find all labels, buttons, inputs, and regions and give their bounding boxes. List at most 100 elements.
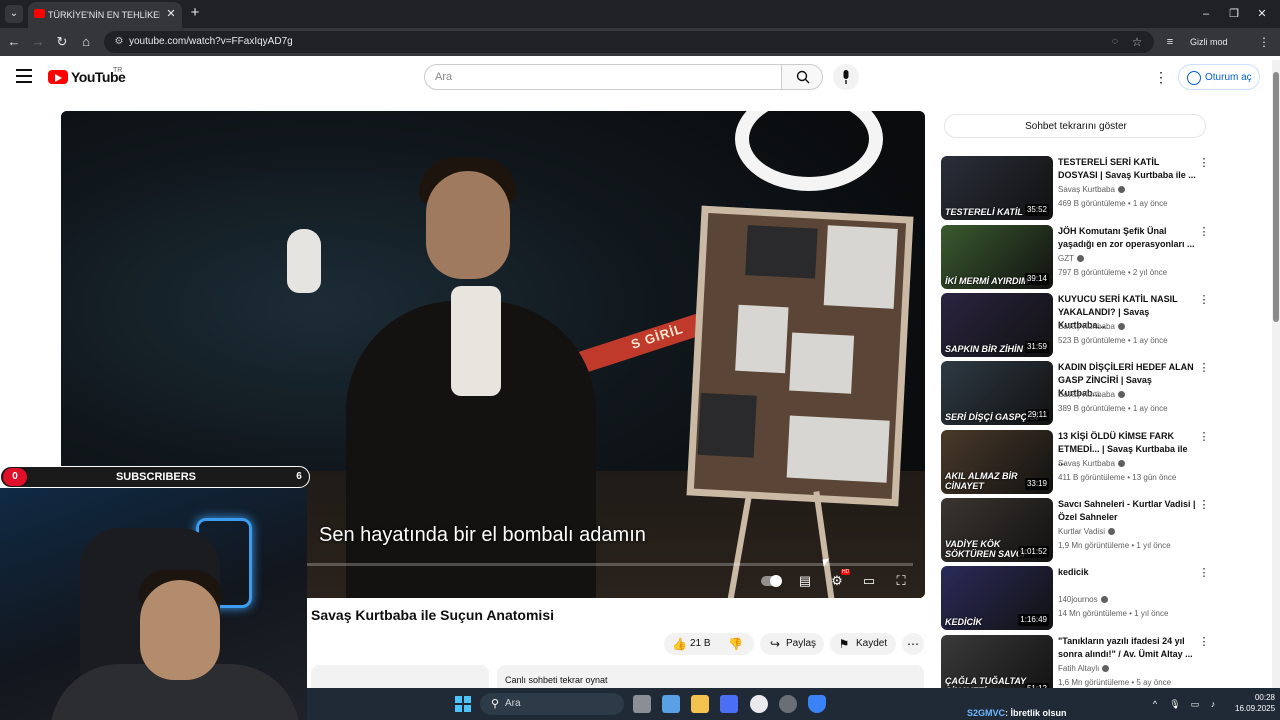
channel-name[interactable]: Fatih Altaylı — [1058, 664, 1099, 673]
channel-name[interactable]: Savaş Kurtbaba — [1058, 459, 1115, 468]
channel-name[interactable]: Kurtlar Vadisi — [1058, 527, 1105, 536]
recommendation-title[interactable]: TESTERELİ SERİ KATİL DOSYASI | Savaş Kur… — [1058, 156, 1196, 182]
tab-close-icon[interactable]: ✕ — [164, 7, 178, 21]
menu-icon[interactable] — [16, 69, 32, 83]
media-controls-icon[interactable]: ≡ — [1162, 34, 1178, 50]
settings-gear-icon[interactable]: ⚙ — [826, 573, 848, 589]
recommendation-channel[interactable]: 140journos — [1058, 594, 1108, 606]
copilot-icon[interactable] — [662, 695, 680, 713]
tab-search-button[interactable]: ⌄ — [5, 5, 23, 23]
recommendation-thumbnail[interactable]: SAPKIN BİR ZİHİN 31:59 — [941, 293, 1053, 357]
recommendation-thumbnail[interactable]: KEDİCİK 1:16:49 — [941, 566, 1053, 630]
clock-date[interactable]: 16.09.2025 — [1235, 704, 1275, 714]
signin-label: Oturum aç — [1205, 72, 1252, 83]
recommendation-channel[interactable]: Kurtlar Vadisi — [1058, 526, 1115, 538]
address-bar[interactable]: ⚙ youtube.com/watch?v=FFaxIqyAD7g ◌ ☆ — [104, 31, 1154, 53]
recommendation-channel[interactable]: Savaş Kurtbaba — [1058, 321, 1125, 333]
recommendation-item[interactable]: TESTERELİ KATİL 35:52 TESTERELİ SERİ KATİL… — [940, 156, 1212, 220]
theater-mode-icon[interactable]: ▭ — [858, 573, 880, 589]
tray-overflow-icon[interactable]: ^ — [1149, 696, 1161, 712]
page-scrollbar[interactable] — [1272, 60, 1280, 688]
recommendation-menu-icon[interactable]: ⋮ — [1198, 635, 1210, 649]
security-shield-icon[interactable] — [808, 695, 826, 713]
recommendation-menu-icon[interactable]: ⋮ — [1198, 361, 1210, 375]
windows-start-icon[interactable] — [455, 696, 471, 712]
tracking-blocked-icon[interactable]: ◌ — [1107, 34, 1123, 50]
recommendation-item[interactable]: İKİ MERMİ AYIRDIM 39:14 JÖH Komutanı Şefik… — [940, 225, 1212, 289]
recommendation-thumbnail[interactable]: İKİ MERMİ AYIRDIM 39:14 — [941, 225, 1053, 289]
channel-name[interactable]: Savaş Kurtbaba — [1058, 390, 1115, 399]
signin-button[interactable]: Oturum aç — [1178, 64, 1260, 90]
autoplay-toggle[interactable] — [761, 575, 782, 587]
channel-name[interactable]: GZT — [1058, 254, 1074, 263]
clock-time[interactable]: 00:28 — [1235, 693, 1275, 703]
home-icon[interactable]: ⌂ — [78, 34, 94, 50]
browser-menu-icon[interactable]: ⋮ — [1258, 34, 1270, 50]
restore-icon[interactable]: ❐ — [1224, 6, 1244, 22]
recommendation-item[interactable]: VADİYE KÖK SÖKTÜREN SAVCI 1:01:52 Savcı Sa… — [940, 498, 1212, 562]
recommendation-title[interactable]: Savcı Sahneleri - Kurtlar Vadisi | Özel … — [1058, 498, 1196, 524]
voice-search-button[interactable] — [833, 64, 859, 90]
search-input[interactable]: Ara — [424, 64, 782, 90]
reload-icon[interactable]: ↻ — [54, 34, 70, 50]
more-actions-icon[interactable]: ⋯ — [902, 633, 924, 655]
like-dislike-group[interactable]: 👍 21 B 👎 — [664, 633, 754, 655]
recommendation-thumbnail[interactable]: AKIL ALMAZ BİR CİNAYET 33:19 — [941, 430, 1053, 494]
recommendation-menu-icon[interactable]: ⋮ — [1198, 430, 1210, 444]
recommendation-item[interactable]: KEDİCİK 1:16:49 kedicik 140journos 14 Mn gör… — [940, 566, 1212, 630]
recommendation-menu-icon[interactable]: ⋮ — [1198, 225, 1210, 239]
recommendation-channel[interactable]: Savaş Kurtbaba — [1058, 184, 1125, 196]
recommendation-thumbnail[interactable]: VADİYE KÖK SÖKTÜREN SAVCI 1:01:52 — [941, 498, 1053, 562]
settings-more-icon[interactable]: ⋮ — [1154, 69, 1168, 85]
task-view-icon[interactable] — [633, 695, 651, 713]
window-close-icon[interactable]: ✕ — [1252, 6, 1272, 22]
recommendation-title[interactable]: JÖH Komutanı Şefik Ünal yaşadığı en zor … — [1058, 225, 1196, 251]
recommendation-menu-icon[interactable]: ⋮ — [1198, 156, 1210, 170]
bookmark-star-icon[interactable]: ☆ — [1129, 34, 1145, 50]
minimize-icon[interactable]: – — [1196, 6, 1216, 22]
recommendation-thumbnail[interactable]: TESTERELİ KATİL 35:52 — [941, 156, 1053, 220]
file-explorer-icon[interactable] — [691, 695, 709, 713]
volume-icon[interactable]: ♪ — [1207, 696, 1219, 712]
back-icon[interactable]: ← — [6, 34, 22, 50]
share-button[interactable]: ↪ Paylaş — [760, 633, 824, 655]
channel-name[interactable]: Savaş Kurtbaba — [1058, 322, 1115, 331]
show-chat-replay-button[interactable]: Sohbet tekrarını göster — [944, 114, 1206, 138]
progress-bar[interactable] — [307, 563, 913, 566]
recommendation-item[interactable]: SAPKIN BİR ZİHİN 31:59 KUYUCU SERİ KATİL N… — [940, 293, 1212, 357]
forward-icon[interactable]: → — [30, 34, 46, 50]
recommendation-thumbnail[interactable]: SERİ DİŞÇİ GASPÇISI 29:11 — [941, 361, 1053, 425]
recommendation-title[interactable]: kedicik — [1058, 566, 1196, 579]
recommendation-title[interactable]: "Tanıkların yazılı ifadesi 24 yıl sonra … — [1058, 635, 1196, 661]
obs-icon[interactable] — [779, 695, 797, 713]
channel-name[interactable]: Savaş Kurtbaba — [1058, 185, 1115, 194]
recommendation-menu-icon[interactable]: ⋮ — [1198, 293, 1210, 307]
search-button[interactable] — [781, 64, 823, 90]
recommendation-item[interactable]: AKIL ALMAZ BİR CİNAYET 33:19 13 KİŞİ ÖLDÜ … — [940, 430, 1212, 494]
recommendation-item[interactable]: SERİ DİŞÇİ GASPÇISI 29:11 KADIN DİŞÇİLERİ … — [940, 361, 1212, 425]
thumbs-down-icon[interactable]: 👎 — [728, 636, 743, 652]
chat-replay-label: Canlı sohbeti tekrar oynat — [505, 675, 608, 685]
mic-tray-icon[interactable]: 🎙 — [1169, 696, 1181, 712]
subtitles-icon[interactable]: ▤ — [794, 573, 816, 589]
scrollbar-thumb[interactable] — [1273, 72, 1279, 322]
recommendation-channel[interactable]: Savaş Kurtbaba — [1058, 458, 1125, 470]
recommendation-menu-icon[interactable]: ⋮ — [1198, 498, 1210, 512]
incognito-badge[interactable]: Gizli mod — [1190, 34, 1228, 50]
taskbar-search[interactable]: ⚲ Ara — [480, 693, 624, 715]
site-info-icon[interactable]: ⚙ — [112, 35, 126, 49]
browser-tab[interactable]: TÜRKİYE'NİN EN TEHLİKELİ SERİ KATİLLERİ … — [28, 2, 182, 28]
url-text[interactable]: youtube.com/watch?v=FFaxIqyAD7g — [129, 34, 293, 50]
network-icon[interactable]: ▭ — [1189, 696, 1201, 712]
recommendation-channel[interactable]: Fatih Altaylı — [1058, 663, 1110, 675]
new-tab-button[interactable]: + — [187, 5, 203, 21]
chrome-icon[interactable] — [750, 695, 768, 713]
recommendation-channel[interactable]: GZT — [1058, 253, 1084, 265]
channel-name[interactable]: 140journos — [1058, 595, 1098, 604]
recommendation-channel[interactable]: Savaş Kurtbaba — [1058, 389, 1125, 401]
store-icon[interactable] — [720, 695, 738, 713]
fullscreen-icon[interactable]: ⛶ — [890, 573, 912, 589]
thumbs-up-icon[interactable]: 👍 — [672, 636, 687, 652]
recommendation-menu-icon[interactable]: ⋮ — [1198, 566, 1210, 580]
save-button[interactable]: ⚑ Kaydet — [830, 633, 896, 655]
